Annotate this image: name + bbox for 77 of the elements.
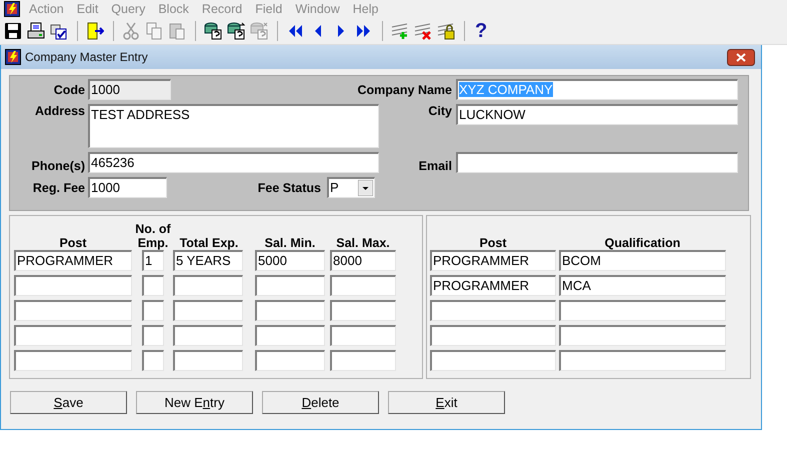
printer-icon[interactable]	[27, 22, 45, 40]
input-field[interactable]	[255, 350, 325, 371]
input-field[interactable]: MCA	[559, 275, 726, 296]
form-button[interactable]: Save	[10, 391, 127, 414]
column-header: Sal. Min.	[264, 236, 316, 250]
column-header: Qualification	[604, 236, 682, 250]
input-field[interactable]: BCOM	[559, 250, 726, 271]
field-label: Reg. Fee	[32, 180, 85, 194]
input-field[interactable]	[559, 350, 726, 371]
input-field[interactable]	[142, 300, 164, 321]
input-field[interactable]	[430, 325, 556, 346]
field-label: Code	[52, 82, 85, 96]
input-field[interactable]	[173, 275, 243, 296]
help-button[interactable]: ?	[473, 20, 490, 42]
input-field[interactable]: PROGRAMMER	[14, 250, 132, 271]
input-field[interactable]	[14, 275, 132, 296]
input-field[interactable]	[330, 275, 396, 296]
insert-record-icon[interactable]	[391, 22, 409, 40]
query-icon[interactable]	[204, 22, 222, 40]
form-button[interactable]: Delete	[262, 391, 379, 414]
input-field[interactable]	[330, 300, 396, 321]
input-field[interactable]	[330, 350, 396, 371]
window-title: Company Master Entry	[25, 50, 148, 64]
input-field[interactable]	[330, 325, 396, 346]
input-field[interactable]	[430, 300, 556, 321]
app-icon	[4, 1, 20, 17]
column-header: Sal. Max.	[335, 236, 391, 250]
input-field[interactable]	[142, 325, 164, 346]
input-field[interactable]	[430, 350, 556, 371]
field-label: Fee Status	[256, 180, 321, 194]
field-label: Address	[34, 104, 85, 118]
delete-record-icon[interactable]	[414, 22, 432, 40]
input-field[interactable]	[173, 325, 243, 346]
field-label: Email	[418, 159, 452, 173]
input-field[interactable]	[255, 275, 325, 296]
fee-status-dropdown[interactable]: P	[327, 177, 375, 198]
input-field[interactable]	[14, 300, 132, 321]
column-header: Total Exp.	[178, 236, 240, 250]
input-field[interactable]	[142, 350, 164, 371]
phone-field[interactable]: 465236	[88, 152, 379, 173]
input-field[interactable]	[559, 300, 726, 321]
input-field[interactable]: 1	[142, 250, 164, 271]
input-field[interactable]	[173, 350, 243, 371]
column-header: No. of Emp.	[134, 222, 172, 250]
last-record-icon[interactable]	[355, 22, 373, 40]
form-button[interactable]: New Entry	[136, 391, 253, 414]
app-icon	[5, 49, 21, 65]
query-run-icon[interactable]	[227, 22, 245, 40]
lock-record-icon[interactable]	[437, 22, 455, 40]
column-header: Post	[58, 236, 88, 250]
input-field[interactable]	[14, 325, 132, 346]
email-field[interactable]	[456, 152, 738, 173]
exit-door-icon[interactable]	[86, 22, 104, 40]
input-field[interactable]: 5000	[255, 250, 325, 271]
save-icon[interactable]	[4, 22, 22, 40]
code-field[interactable]: 1000	[88, 79, 171, 100]
form-button[interactable]: Exit	[388, 391, 505, 414]
input-field[interactable]: 8000	[330, 250, 396, 271]
input-field[interactable]: PROGRAMMER	[430, 275, 556, 296]
field-label: Company Name	[356, 82, 452, 96]
input-field[interactable]: PROGRAMMER	[430, 250, 556, 271]
reg-fee-field[interactable]: 1000	[88, 177, 167, 198]
field-label: City	[427, 104, 452, 118]
input-field[interactable]: 5 YEARS	[173, 250, 243, 271]
city-field[interactable]: LUCKNOW	[456, 104, 738, 125]
input-field[interactable]	[255, 300, 325, 321]
checkbox-icon[interactable]	[50, 22, 68, 40]
input-field[interactable]	[173, 300, 243, 321]
input-field[interactable]	[142, 275, 164, 296]
column-header: Post	[478, 236, 508, 250]
input-field[interactable]	[255, 325, 325, 346]
input-field[interactable]	[559, 325, 726, 346]
dropdown-arrow-icon	[358, 180, 373, 196]
address-field[interactable]: TEST ADDRESS	[88, 104, 379, 148]
field-label: Phone(s)	[30, 159, 85, 173]
input-field[interactable]	[14, 350, 132, 371]
close-button[interactable]	[727, 48, 755, 66]
